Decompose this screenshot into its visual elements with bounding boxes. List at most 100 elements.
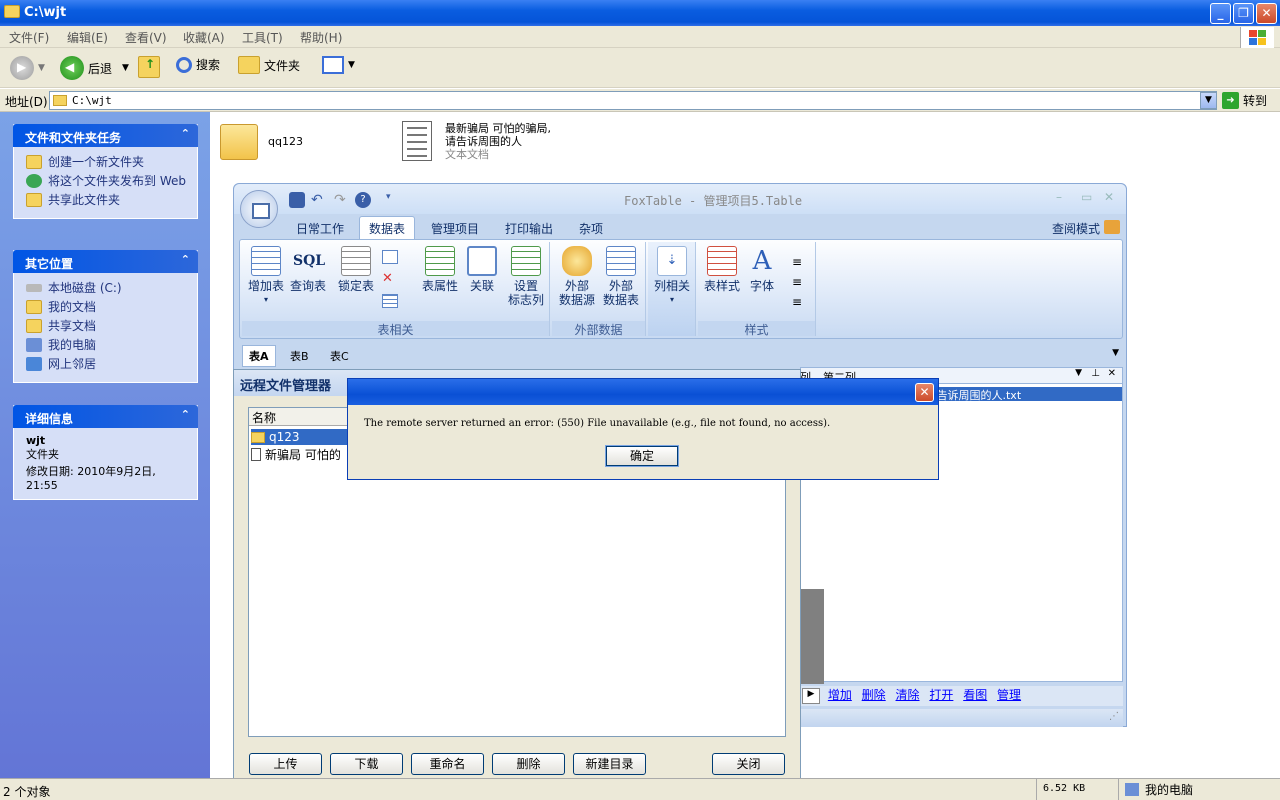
other-places-header[interactable]: 其它位置 ⌃ [13, 250, 198, 273]
forward-icon[interactable] [10, 56, 34, 80]
menu-file[interactable]: 文件(F) [9, 29, 49, 46]
ok-button[interactable]: 确定 [605, 445, 679, 467]
folder-icon[interactable] [220, 124, 258, 160]
maximize-button[interactable]: ❐ [1233, 3, 1254, 24]
minimize-button[interactable]: _ [1210, 3, 1231, 24]
column-related-button[interactable]: ⇣ 列相关 ▾ [650, 246, 694, 307]
link-add[interactable]: 增加 [828, 688, 852, 702]
menu-help[interactable]: 帮助(H) [300, 29, 342, 46]
redo-icon[interactable]: ↷ [334, 192, 350, 208]
sheet-tab-c[interactable]: 表C [330, 348, 349, 364]
views-button[interactable]: ▼ [322, 56, 355, 74]
align-right-icon[interactable]: ≡ [792, 292, 802, 312]
menu-edit[interactable]: 编辑(E) [67, 29, 108, 46]
text-document-icon[interactable] [402, 121, 432, 161]
set-flag-column-button[interactable]: 设置 标志列 [504, 246, 548, 307]
link-manage[interactable]: 管理 [997, 688, 1021, 702]
place-local-disk[interactable]: 本地磁盘 (C:) [26, 281, 189, 295]
error-close-button[interactable]: ✕ [915, 383, 934, 402]
expand-arrow-icon[interactable]: ▶ [802, 688, 820, 704]
download-button[interactable]: 下载 [330, 753, 403, 775]
add-table-button[interactable]: 增加表 ▾ [246, 246, 286, 307]
query-table-button[interactable]: SQL 查询表 [288, 246, 328, 293]
add-table-dropdown-icon[interactable]: ▾ [246, 293, 286, 307]
file-name-qq123[interactable]: qq123 [268, 135, 303, 148]
lock-table-button[interactable]: 锁定表 [336, 246, 376, 293]
quick-access-dropdown-icon[interactable]: ▾ [386, 192, 402, 208]
tab-misc[interactable]: 杂项 [579, 220, 603, 237]
list-item[interactable]: q123 [251, 429, 347, 445]
task-share-folder[interactable]: 共享此文件夹 [26, 193, 189, 207]
up-folder-icon[interactable]: ↑ [138, 56, 160, 78]
help-icon[interactable]: ? [355, 192, 371, 208]
sheet-tab-a[interactable]: 表A [242, 345, 276, 367]
close-button[interactable]: 关闭 [712, 753, 785, 775]
undo-icon[interactable]: ↶ [311, 192, 327, 208]
pin-icon[interactable]: ⊥ [1091, 368, 1100, 379]
view-mode-label[interactable]: 查阅模式 [1052, 220, 1100, 237]
menu-favorites[interactable]: 收藏(A) [183, 29, 225, 46]
place-shared-docs[interactable]: 共享文档 [26, 319, 189, 333]
link-clear[interactable]: 清除 [896, 688, 920, 702]
sheet-tab-b[interactable]: 表B [290, 348, 309, 364]
fox-maximize-icon[interactable]: ▭ [1081, 190, 1092, 204]
new-directory-button[interactable]: 新建目录 [573, 753, 646, 775]
font-button[interactable]: A 字体 [744, 246, 780, 293]
menu-view[interactable]: 查看(V) [125, 29, 167, 46]
edit-column-icon[interactable] [382, 250, 398, 264]
address-dropdown-icon[interactable]: ▼ [1200, 92, 1217, 109]
task-publish-web[interactable]: 将这个文件夹发布到 Web [26, 174, 189, 188]
link-delete[interactable]: 删除 [862, 688, 886, 702]
back-button[interactable]: 后退 ▼ [60, 56, 129, 80]
external-source-button[interactable]: 外部 数据源 [556, 246, 598, 307]
folders-button[interactable]: 文件夹 [238, 56, 300, 74]
file-item-text[interactable]: 最新骗局 可怕的骗局,请告诉周围的人 文本文档 [445, 122, 555, 161]
task-new-folder[interactable]: 创建一个新文件夹 [26, 155, 189, 169]
tab-manage-project[interactable]: 管理项目 [431, 220, 479, 237]
table-layout-icon[interactable] [382, 294, 398, 308]
grid-dropdown-icon[interactable]: ▼ [1075, 368, 1082, 378]
grid-close-icon[interactable]: ✕ [1108, 368, 1116, 379]
place-my-documents[interactable]: 我的文档 [26, 300, 189, 314]
users-icon[interactable] [1104, 220, 1120, 234]
details-header[interactable]: 详细信息 ⌃ [13, 405, 198, 428]
back-dropdown-icon[interactable]: ▼ [122, 63, 129, 73]
collapse-chevron-icon[interactable]: ⌃ [181, 408, 190, 421]
align-left-icon[interactable]: ≡ [792, 252, 802, 272]
table-properties-button[interactable]: 表属性 [418, 246, 462, 293]
file-tasks-header[interactable]: 文件和文件夹任务 ⌃ [13, 124, 198, 147]
table-style-button[interactable]: 表样式 [700, 246, 744, 293]
explorer-title-bar[interactable]: C:\wjt _ ❐ ✕ [0, 0, 1280, 26]
sheet-tabs-dropdown-icon[interactable]: ▼ [1112, 348, 1119, 358]
search-button[interactable]: 搜索 [176, 56, 220, 73]
address-input[interactable]: C:\wjt [49, 91, 1217, 110]
save-icon[interactable] [289, 192, 305, 208]
error-dialog-title-bar[interactable]: ✕ [348, 379, 938, 405]
place-network[interactable]: 网上邻居 [26, 357, 189, 371]
fox-close-icon[interactable]: ✕ [1104, 190, 1114, 204]
resize-grip-icon[interactable]: ⋰ [1109, 711, 1119, 722]
rfm-column-name[interactable]: 名称 [249, 408, 349, 426]
go-button[interactable]: ➜ 转到 [1222, 92, 1267, 109]
align-center-icon[interactable]: ≡ [792, 272, 802, 292]
external-table-button[interactable]: 外部 数据表 [600, 246, 642, 307]
column-related-dropdown-icon[interactable]: ▾ [650, 293, 694, 307]
relation-button[interactable]: 关联 [462, 246, 502, 293]
delete-button[interactable]: 删除 [492, 753, 565, 775]
tab-daily-work[interactable]: 日常工作 [296, 220, 344, 237]
place-my-computer[interactable]: 我的电脑 [26, 338, 189, 352]
link-open[interactable]: 打开 [929, 688, 953, 702]
delete-table-icon[interactable]: ✕ [382, 272, 398, 286]
forward-dropdown-icon[interactable]: ▼ [38, 63, 45, 73]
fox-minimize-icon[interactable]: – [1056, 190, 1062, 204]
collapse-chevron-icon[interactable]: ⌃ [181, 127, 190, 140]
error-dialog[interactable]: ✕ The remote server returned an error: (… [347, 378, 939, 480]
foxtable-title-bar[interactable]: ↶ ↷ ? ▾ FoxTable - 管理项目5.Table – ▭ ✕ [234, 184, 1126, 214]
upload-button[interactable]: 上传 [249, 753, 322, 775]
link-view-image[interactable]: 看图 [963, 688, 987, 702]
close-button[interactable]: ✕ [1256, 3, 1277, 24]
tab-print-output[interactable]: 打印输出 [505, 220, 553, 237]
menu-tools[interactable]: 工具(T) [242, 29, 283, 46]
list-item[interactable]: 新骗局 可怕的 [251, 446, 341, 462]
grid-scroll-region[interactable] [800, 589, 824, 684]
